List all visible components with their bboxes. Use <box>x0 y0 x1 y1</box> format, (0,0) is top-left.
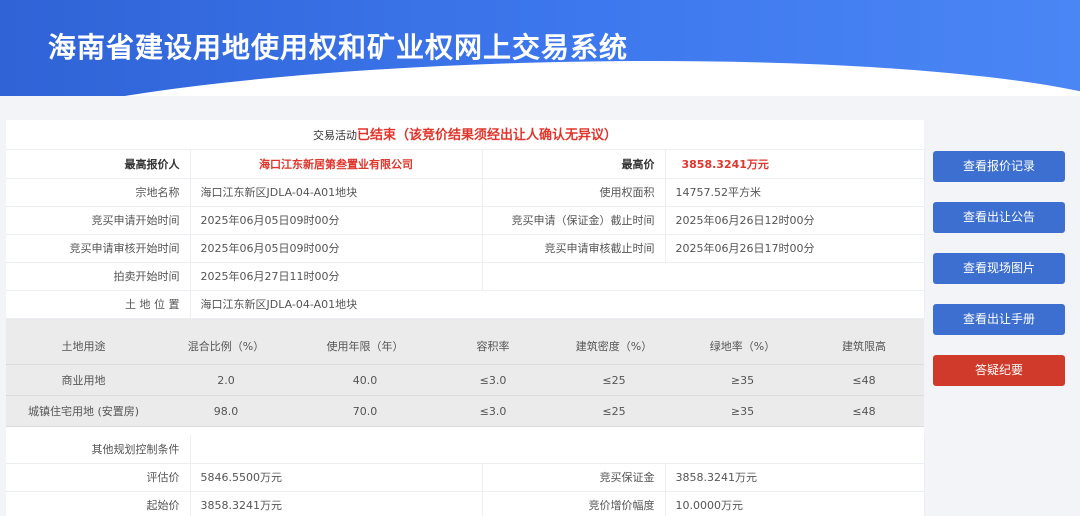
transaction-status-row: 交易活动已结束（该竞价结果须经出让人确认无异议） <box>6 120 924 150</box>
table-row: 宗地名称 海口江东新区JDLA-04-A01地块 使用权面积 14757.52平… <box>6 178 925 207</box>
page-title: 海南省建设用地使用权和矿业权网上交易系统 <box>48 31 629 64</box>
column-header: 土地用途 <box>6 318 161 365</box>
deposit-deadline-label: 竞买申请（保证金）截止时间 <box>482 206 666 235</box>
empty-cell <box>482 262 665 291</box>
table-row: 评估价 5846.5500万元 竞买保证金 3858.3241万元 <box>6 463 925 492</box>
page-header: 海南省建设用地使用权和矿业权网上交易系统 <box>0 0 1080 96</box>
table-cell: 70.0 <box>291 395 439 427</box>
top-price-label: 最高价 <box>482 150 666 179</box>
area-value: 14757.52平方米 <box>665 178 925 207</box>
table-cell: ≤48 <box>804 395 924 427</box>
other-conditions-value <box>190 435 925 464</box>
review-start-label: 竞买申请审核开始时间 <box>6 234 191 263</box>
location-value: 海口江东新区JDLA-04-A01地块 <box>190 290 925 319</box>
deposit-deadline-value: 2025年06月26日12时00分 <box>665 206 925 235</box>
empty-cell <box>665 262 925 291</box>
land-use-table: 土地用途 混合比例（%） 使用年限（年） 容积率 建筑密度（%） 绿地率（%） … <box>6 318 924 427</box>
table-cell: ≤25 <box>547 364 681 396</box>
apply-start-value: 2025年06月05日09时00分 <box>190 206 483 235</box>
transaction-detail-panel: 交易活动已结束（该竞价结果须经出让人确认无异议） 最高报价人 海口江东新居第叁置… <box>6 120 925 516</box>
increment-label: 竞价增价幅度 <box>482 491 666 516</box>
table-cell: 98.0 <box>161 395 291 427</box>
info-table: 最高报价人 海口江东新居第叁置业有限公司 最高价 3858.3241万元 宗地名… <box>6 150 925 319</box>
review-deadline-label: 竞买申请审核截止时间 <box>482 234 666 263</box>
table-cell: 2.0 <box>161 364 291 396</box>
deposit-label: 竞买保证金 <box>482 463 666 492</box>
location-label: 土 地 位 置 <box>6 290 191 319</box>
table-cell: ≤3.0 <box>439 395 547 427</box>
start-price-value: 3858.3241万元 <box>190 491 483 516</box>
table-row: 起始价 3858.3241万元 竞价增价幅度 10.0000万元 <box>6 491 925 516</box>
table-row: 土 地 位 置 海口江东新区JDLA-04-A01地块 <box>6 290 925 319</box>
review-start-value: 2025年06月05日09时00分 <box>190 234 483 263</box>
start-price-label: 起始价 <box>6 491 191 516</box>
column-header: 使用年限（年） <box>291 318 439 365</box>
table-cell: ≤3.0 <box>439 364 547 396</box>
top-price-value: 3858.3241万元 <box>665 150 925 179</box>
appraisal-value: 5846.5500万元 <box>190 463 483 492</box>
parcel-name-label: 宗地名称 <box>6 178 191 207</box>
table-row: 竞买申请审核开始时间 2025年06月05日09时00分 竞买申请审核截止时间 … <box>6 234 925 263</box>
table-row: 最高报价人 海口江东新居第叁置业有限公司 最高价 3858.3241万元 <box>6 150 925 179</box>
land-use-header-row: 土地用途 混合比例（%） 使用年限（年） 容积率 建筑密度（%） 绿地率（%） … <box>6 318 924 365</box>
table-row: 竞买申请开始时间 2025年06月05日09时00分 竞买申请（保证金）截止时间… <box>6 206 925 235</box>
table-cell: ≤48 <box>804 364 924 396</box>
status-label: 交易活动 <box>312 129 357 142</box>
table-cell: ≥35 <box>681 395 804 427</box>
table-cell: 40.0 <box>291 364 439 396</box>
column-header: 建筑限高 <box>804 318 924 365</box>
view-bid-records-button[interactable]: 查看报价记录 <box>933 151 1065 182</box>
other-conditions-label: 其他规划控制条件 <box>6 435 191 464</box>
view-manual-button[interactable]: 查看出让手册 <box>933 304 1065 335</box>
top-bidder-label: 最高报价人 <box>6 150 191 179</box>
table-cell: ≥35 <box>681 364 804 396</box>
increment-value: 10.0000万元 <box>665 491 925 516</box>
top-bidder-value: 海口江东新居第叁置业有限公司 <box>190 150 483 179</box>
qa-summary-button[interactable]: 答疑纪要 <box>933 355 1065 386</box>
table-cell: ≤25 <box>547 395 681 427</box>
price-table: 其他规划控制条件 评估价 5846.5500万元 竞买保证金 3858.3241… <box>6 435 925 516</box>
deposit-value: 3858.3241万元 <box>665 463 925 492</box>
table-cell: 城镇住宅用地 (安置房) <box>6 395 161 427</box>
area-label: 使用权面积 <box>482 178 666 207</box>
column-header: 容积率 <box>439 318 547 365</box>
appraisal-label: 评估价 <box>6 463 191 492</box>
review-deadline-value: 2025年06月26日17时00分 <box>665 234 925 263</box>
view-announcement-button[interactable]: 查看出让公告 <box>933 202 1065 233</box>
column-header: 建筑密度（%） <box>547 318 681 365</box>
table-row: 商业用地 2.0 40.0 ≤3.0 ≤25 ≥35 ≤48 <box>6 364 924 396</box>
auction-start-value: 2025年06月27日11时00分 <box>190 262 483 291</box>
table-row: 拍卖开始时间 2025年06月27日11时00分 <box>6 262 925 291</box>
column-header: 混合比例（%） <box>161 318 291 365</box>
column-header: 绿地率（%） <box>681 318 804 365</box>
parcel-name-value: 海口江东新区JDLA-04-A01地块 <box>190 178 483 207</box>
table-cell: 商业用地 <box>6 364 161 396</box>
table-row: 城镇住宅用地 (安置房) 98.0 70.0 ≤3.0 ≤25 ≥35 ≤48 <box>6 395 924 427</box>
view-site-photos-button[interactable]: 查看现场图片 <box>933 253 1065 284</box>
table-row: 其他规划控制条件 <box>6 435 925 464</box>
status-value: 已结束（该竞价结果须经出让人确认无异议） <box>356 128 617 143</box>
auction-start-label: 拍卖开始时间 <box>6 262 191 291</box>
apply-start-label: 竞买申请开始时间 <box>6 206 191 235</box>
